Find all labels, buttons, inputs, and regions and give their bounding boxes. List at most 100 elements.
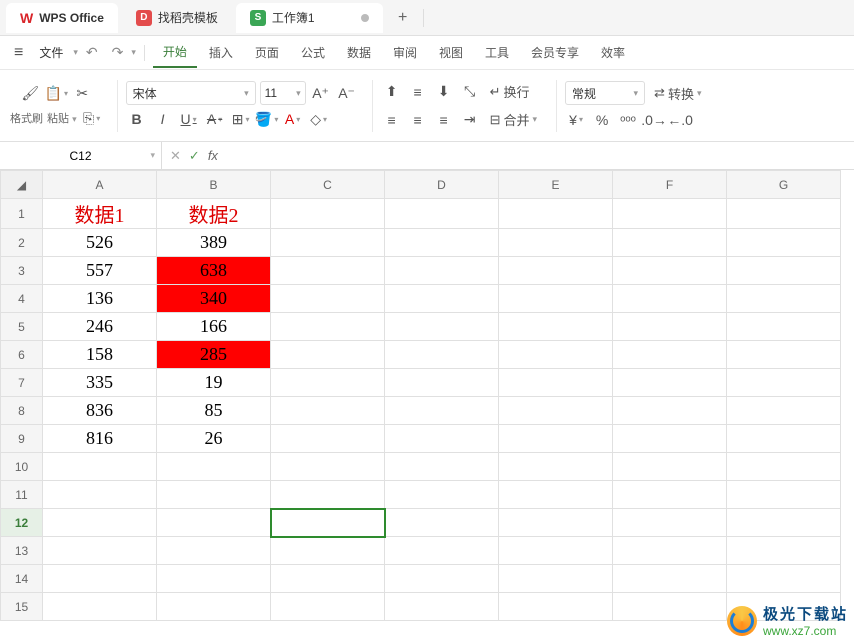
cell[interactable]: [271, 397, 385, 425]
cell[interactable]: [385, 397, 499, 425]
cell[interactable]: [271, 199, 385, 229]
cell[interactable]: [157, 481, 271, 509]
col-header-B[interactable]: B: [157, 171, 271, 199]
cell[interactable]: [613, 593, 727, 621]
copy-icon[interactable]: ⎘: [81, 107, 103, 129]
cell[interactable]: 335: [43, 369, 157, 397]
cell[interactable]: [613, 313, 727, 341]
cell[interactable]: [385, 229, 499, 257]
name-box-dropdown-icon[interactable]: ▾: [150, 150, 155, 161]
tab-template[interactable]: D 找稻壳模板: [122, 3, 232, 33]
cell[interactable]: 数据2: [157, 199, 271, 229]
file-menu[interactable]: 文件: [31, 40, 71, 65]
cell[interactable]: 166: [157, 313, 271, 341]
cell[interactable]: [385, 199, 499, 229]
border-button[interactable]: ⊞: [230, 108, 252, 130]
strikethrough-button[interactable]: A: [204, 108, 226, 130]
cancel-formula-icon[interactable]: ✕: [170, 148, 181, 164]
menu-review[interactable]: 审阅: [383, 38, 427, 67]
cell[interactable]: [271, 537, 385, 565]
row-header[interactable]: 15: [1, 593, 43, 621]
cell[interactable]: [727, 509, 841, 537]
currency-icon[interactable]: ¥: [565, 109, 587, 131]
redo-button[interactable]: ↷: [106, 42, 130, 63]
cell[interactable]: [613, 509, 727, 537]
cell[interactable]: [271, 453, 385, 481]
confirm-formula-icon[interactable]: ✓: [189, 148, 200, 164]
cell[interactable]: [613, 369, 727, 397]
row-header[interactable]: 9: [1, 425, 43, 453]
cell[interactable]: [271, 285, 385, 313]
cell[interactable]: [385, 509, 499, 537]
number-format-select[interactable]: 常规▾: [565, 81, 645, 105]
format-painter-label[interactable]: 格式刷: [10, 110, 43, 126]
menu-formula[interactable]: 公式: [291, 38, 335, 67]
row-header[interactable]: 2: [1, 229, 43, 257]
cell[interactable]: [613, 341, 727, 369]
cell[interactable]: [157, 537, 271, 565]
cell[interactable]: [157, 593, 271, 621]
cell[interactable]: [613, 565, 727, 593]
align-bottom-icon[interactable]: ⬇: [433, 81, 455, 103]
cell[interactable]: [613, 453, 727, 481]
cell[interactable]: [499, 313, 613, 341]
spreadsheet-grid[interactable]: ◢ A B C D E F G 1数据1数据225263893557638413…: [0, 170, 854, 644]
menu-tools[interactable]: 工具: [475, 38, 519, 67]
cell[interactable]: [727, 341, 841, 369]
cell[interactable]: 85: [157, 397, 271, 425]
cell[interactable]: [613, 537, 727, 565]
cell[interactable]: [385, 453, 499, 481]
cell[interactable]: [727, 481, 841, 509]
cell[interactable]: [613, 397, 727, 425]
cell[interactable]: [271, 229, 385, 257]
col-header-D[interactable]: D: [385, 171, 499, 199]
cell[interactable]: [271, 565, 385, 593]
underline-button[interactable]: U: [178, 108, 200, 130]
cell[interactable]: [727, 229, 841, 257]
format-painter-icon[interactable]: 🖌: [19, 82, 41, 104]
cell[interactable]: [499, 453, 613, 481]
cell[interactable]: [157, 509, 271, 537]
cell[interactable]: [613, 481, 727, 509]
menu-insert[interactable]: 插入: [199, 38, 243, 67]
cell[interactable]: 285: [157, 341, 271, 369]
menu-start[interactable]: 开始: [153, 37, 197, 68]
cell[interactable]: [613, 229, 727, 257]
cell[interactable]: [727, 285, 841, 313]
paste-label[interactable]: 粘贴 ▾: [47, 110, 77, 126]
cell[interactable]: [385, 369, 499, 397]
cell[interactable]: 526: [43, 229, 157, 257]
increase-decimal-icon[interactable]: .0→: [643, 109, 665, 131]
cell[interactable]: [43, 537, 157, 565]
cell[interactable]: [499, 341, 613, 369]
formula-input[interactable]: [226, 142, 381, 169]
cell[interactable]: 19: [157, 369, 271, 397]
row-header[interactable]: 4: [1, 285, 43, 313]
cell[interactable]: [499, 593, 613, 621]
cell[interactable]: [727, 199, 841, 229]
decrease-font-icon[interactable]: A⁻: [336, 82, 358, 104]
row-header[interactable]: 5: [1, 313, 43, 341]
cut-icon[interactable]: ✂: [71, 82, 93, 104]
cell[interactable]: [271, 257, 385, 285]
font-name-select[interactable]: 宋体▾: [126, 81, 256, 105]
cell[interactable]: [499, 285, 613, 313]
app-tab[interactable]: W WPS Office: [6, 3, 118, 33]
decrease-decimal-icon[interactable]: ←.0: [669, 109, 691, 131]
cell[interactable]: [613, 257, 727, 285]
cell[interactable]: 816: [43, 425, 157, 453]
merge-button[interactable]: ⊟合并▾: [485, 107, 542, 132]
row-header[interactable]: 8: [1, 397, 43, 425]
col-header-C[interactable]: C: [271, 171, 385, 199]
cell[interactable]: 数据1: [43, 199, 157, 229]
cell[interactable]: 26: [157, 425, 271, 453]
cell[interactable]: [385, 537, 499, 565]
col-header-E[interactable]: E: [499, 171, 613, 199]
align-middle-icon[interactable]: ≡: [407, 81, 429, 103]
cell[interactable]: [385, 481, 499, 509]
cell[interactable]: 246: [43, 313, 157, 341]
cell[interactable]: [271, 341, 385, 369]
cell[interactable]: [499, 425, 613, 453]
name-box-input[interactable]: [31, 149, 131, 163]
menu-data[interactable]: 数据: [337, 38, 381, 67]
